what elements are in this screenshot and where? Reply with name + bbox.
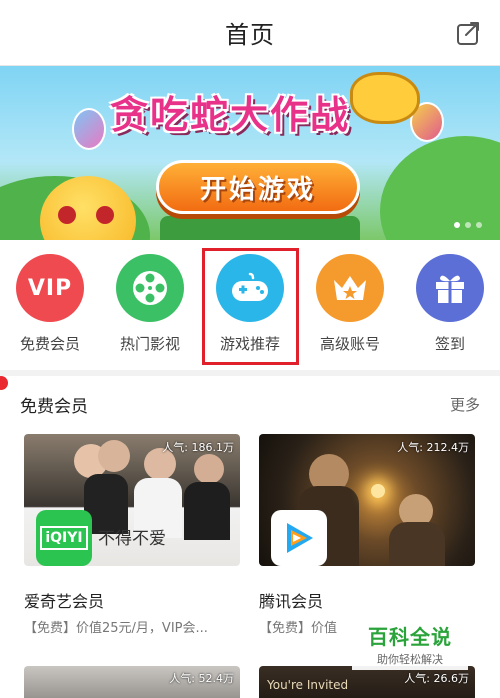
card-poster: 人气: 212.4万 bbox=[259, 434, 475, 566]
pagination-dot bbox=[465, 222, 471, 228]
more-link[interactable]: 更多 bbox=[450, 394, 480, 415]
snake-head bbox=[350, 72, 420, 124]
pagination-dot bbox=[476, 222, 482, 228]
poster-title: 不得不爱 bbox=[98, 529, 166, 549]
section-title: 免费会员 bbox=[20, 397, 88, 417]
app-page: 首页 贪吃蛇大作战 开始游戏 VIP 免费会员 热门影视 游戏推荐 高级账号 签… bbox=[0, 0, 500, 698]
popularity-count: 人气: 52.4万 bbox=[169, 672, 234, 685]
character-eye bbox=[96, 206, 114, 224]
poster-figure bbox=[389, 522, 445, 566]
vip-card[interactable]: 人气: 52.4万 bbox=[24, 666, 240, 698]
banner-hill bbox=[380, 136, 500, 240]
watermark-subtitle: 助你轻松解决 bbox=[377, 653, 443, 666]
poster-light bbox=[371, 484, 385, 498]
vip-icon: VIP bbox=[16, 254, 84, 322]
notification-dot bbox=[0, 376, 8, 390]
share-icon[interactable] bbox=[456, 20, 482, 46]
menu-item-premium-account[interactable]: 高级账号 bbox=[300, 254, 400, 364]
game-banner[interactable]: 贪吃蛇大作战 开始游戏 bbox=[0, 66, 500, 240]
popularity-count: 人气: 26.6万 bbox=[404, 672, 469, 685]
menu-item-label: 签到 bbox=[434, 335, 465, 353]
iqiyi-logo-text: iQIYI bbox=[40, 526, 88, 550]
menu-item-label: 热门影视 bbox=[119, 335, 180, 353]
menu-item-check-in[interactable]: 签到 bbox=[400, 254, 500, 364]
card-name: 爱奇艺会员 bbox=[24, 592, 105, 611]
iqiyi-logo: iQIYI bbox=[36, 510, 92, 566]
poster-figure bbox=[194, 454, 224, 484]
poster-figure bbox=[98, 440, 130, 472]
card-description: 【免费】价值25元/月，VIP会... bbox=[24, 621, 208, 636]
gift-icon bbox=[416, 254, 484, 322]
pagination-dot bbox=[454, 222, 460, 228]
menu-item-label: 免费会员 bbox=[19, 335, 80, 353]
character-eye bbox=[58, 206, 76, 224]
film-reel-icon bbox=[116, 254, 184, 322]
popularity-count: 人气: 186.1万 bbox=[162, 441, 234, 454]
menu-item-free-vip[interactable]: VIP 免费会员 bbox=[0, 254, 100, 364]
card-poster: 不得不爱 人气: 186.1万 iQIYI bbox=[24, 434, 240, 566]
top-bar: 首页 bbox=[0, 0, 500, 66]
crown-icon bbox=[316, 254, 384, 322]
poster-figure bbox=[184, 482, 230, 540]
watermark-title: 百科全说 bbox=[368, 625, 452, 649]
banner-title: 贪吃蛇大作战 bbox=[110, 93, 351, 137]
menu-item-label: 高级账号 bbox=[319, 335, 380, 353]
highlight-annotation bbox=[202, 248, 299, 365]
vip-card-iqiyi[interactable]: 不得不爱 人气: 186.1万 iQIYI 爱奇艺会员 【免费】价值25元/月，… bbox=[24, 434, 240, 636]
watermark: 百科全说 助你轻松解决 bbox=[352, 618, 468, 670]
vip-card-tencent[interactable]: 人气: 212.4万 腾讯会员 【免费】价值 bbox=[259, 434, 475, 636]
banner-pagination bbox=[454, 222, 482, 228]
banner-platform bbox=[160, 216, 360, 240]
popularity-count: 人气: 212.4万 bbox=[397, 441, 469, 454]
tencent-video-logo bbox=[271, 510, 327, 566]
poster-title: You're Invited bbox=[267, 678, 349, 692]
page-title: 首页 bbox=[225, 21, 275, 49]
egg-decoration bbox=[72, 108, 106, 150]
vip-card[interactable]: You're Invited 人气: 26.6万 bbox=[259, 666, 475, 698]
menu-item-hot-movies[interactable]: 热门影视 bbox=[100, 254, 200, 364]
vip-icon-text: VIP bbox=[27, 275, 73, 301]
start-game-button[interactable]: 开始游戏 bbox=[156, 160, 360, 214]
card-name: 腾讯会员 bbox=[259, 592, 324, 611]
